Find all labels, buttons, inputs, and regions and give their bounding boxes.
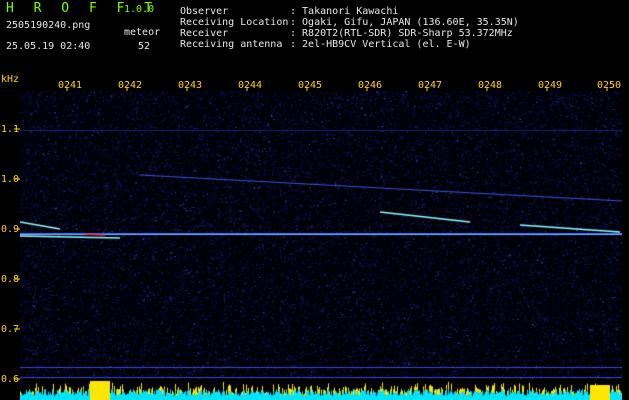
receiver-label: Receiver	[180, 28, 229, 39]
receiver-value: : R820T2(RTL-SDR) SDR-Sharp 53.372MHz	[290, 28, 513, 39]
antenna-label: Receiving antenna	[180, 39, 283, 50]
file-name: 2505190240.png	[6, 20, 91, 31]
waterfall-display	[20, 91, 622, 400]
app-version: 1.0.0	[124, 4, 155, 15]
meteor-count: 52	[138, 41, 151, 52]
location-value: : Ogaki, Gifu, JAPAN (136.60E, 35.35N)	[290, 17, 519, 28]
antenna-value: : 2el-HB9CV Vertical (el. E-W)	[290, 39, 471, 50]
observer-label: Observer	[180, 6, 229, 17]
capture-datetime: 25.05.19 02:40	[6, 41, 91, 52]
location-label: Receiving Location	[180, 17, 289, 28]
observer-value: : Takanori Kawachi	[290, 6, 399, 17]
meteor-label: meteor	[124, 27, 161, 38]
header-panel: H R O F F T 1.0.0 2505190240.png 25.05.1…	[0, 0, 629, 74]
